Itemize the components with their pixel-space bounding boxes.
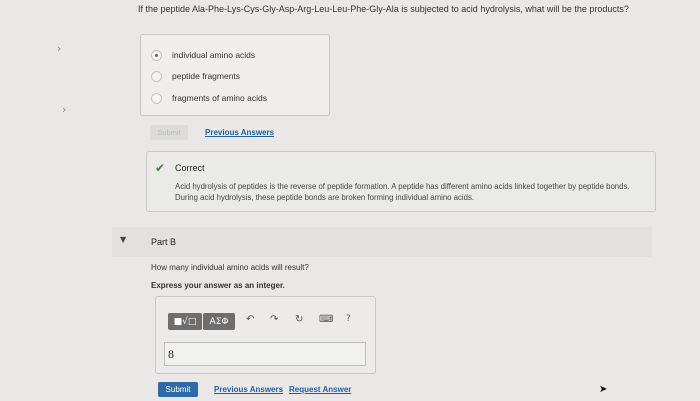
part-b-title[interactable]: Part B <box>151 237 176 247</box>
radio-icon[interactable] <box>151 70 162 82</box>
option-peptide-fragments[interactable]: peptide fragments <box>151 69 240 83</box>
previous-answers-link[interactable]: Previous Answers <box>214 385 283 394</box>
mouse-cursor-icon: ➤ <box>599 384 608 395</box>
submit-button-disabled: Submit <box>150 125 188 140</box>
submit-button[interactable]: Submit <box>158 382 198 397</box>
symbols-button[interactable]: ΑΣΦ <box>203 313 235 330</box>
chevron-right-icon[interactable]: › <box>57 42 61 55</box>
feedback-status: Correct <box>175 163 205 173</box>
option-label: individual amino acids <box>172 50 256 60</box>
answer-options: individual amino acids peptide fragments… <box>140 34 330 116</box>
check-icon: ✔ <box>155 161 166 175</box>
reset-icon[interactable]: ↻ <box>295 314 303 325</box>
option-label: fragments of amino acids <box>172 93 267 103</box>
feedback-panel: ✔ Correct Acid hydrolysis of peptides is… <box>146 151 656 212</box>
part-b-question: How many individual amino acids will res… <box>151 263 309 272</box>
help-button[interactable]: ? <box>346 314 351 324</box>
answer-input[interactable] <box>164 342 366 366</box>
chevron-right-icon[interactable]: › <box>62 103 66 116</box>
option-fragments-of-amino-acids[interactable]: fragments of amino acids <box>151 91 267 105</box>
part-b-instruction: Express your answer as an integer. <box>151 281 285 290</box>
request-answer-link[interactable]: Request Answer <box>289 385 351 394</box>
answer-box: ■√□ ΑΣΦ ↶ ↷ ↻ ⌨ ? <box>155 296 376 374</box>
option-label: peptide fragments <box>172 71 241 81</box>
radio-icon[interactable] <box>151 92 162 104</box>
previous-answers-link[interactable]: Previous Answers <box>205 128 274 137</box>
templates-button[interactable]: ■√□ <box>168 313 202 330</box>
radio-selected-icon[interactable] <box>151 49 162 61</box>
feedback-text: Acid hydrolysis of peptides is the rever… <box>175 182 630 202</box>
option-individual-amino-acids[interactable]: individual amino acids <box>151 48 255 62</box>
part-a-question: If the peptide Ala-Phe-Lys-Cys-Gly-Asp-A… <box>138 4 629 14</box>
keyboard-icon[interactable]: ⌨ <box>319 314 333 325</box>
undo-icon[interactable]: ↶ <box>246 314 254 325</box>
caret-down-icon[interactable]: ▼ <box>120 235 126 244</box>
part-b-header[interactable] <box>112 227 652 257</box>
redo-icon[interactable]: ↷ <box>270 314 278 325</box>
